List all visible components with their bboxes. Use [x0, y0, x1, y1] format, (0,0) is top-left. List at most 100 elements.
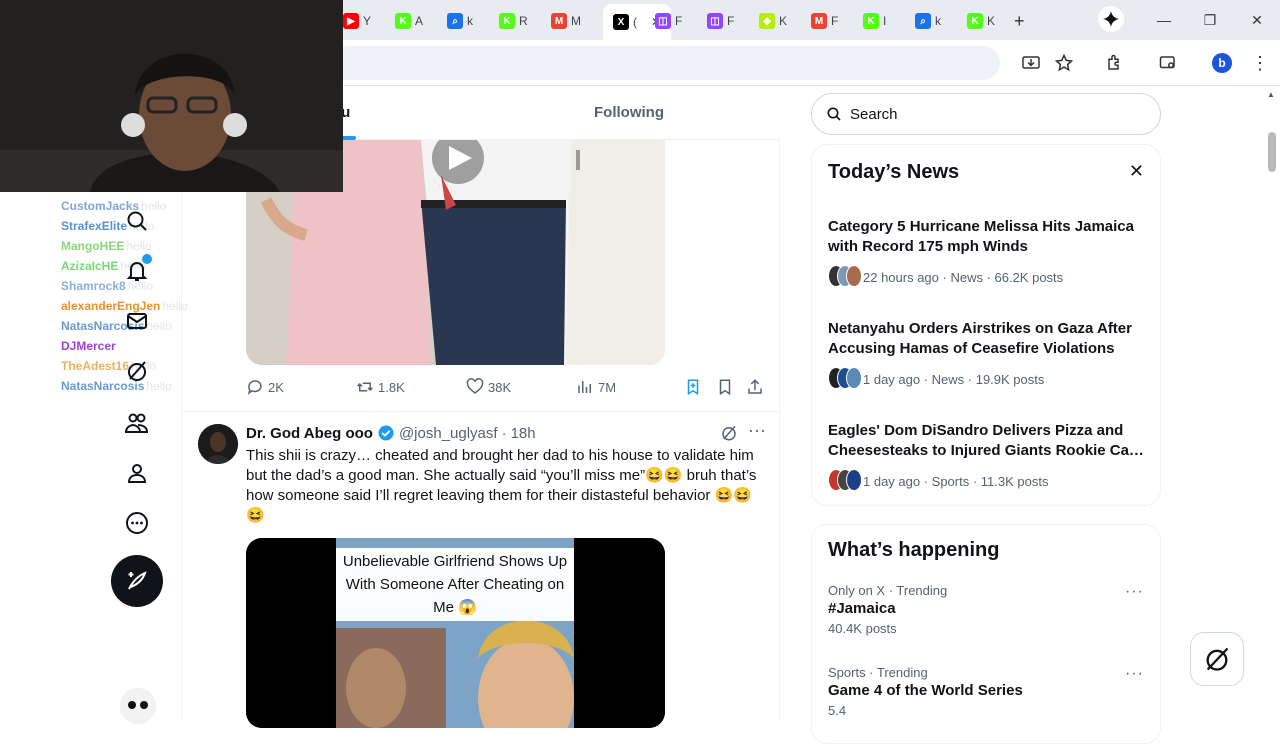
restore-icon[interactable]: ❐	[1200, 10, 1220, 30]
explore-search-icon[interactable]	[122, 206, 152, 236]
browser-tab[interactable]: ◆ K	[759, 8, 787, 34]
repost-count: 1.8K	[378, 379, 405, 395]
news-avatars	[828, 469, 862, 494]
tab-favicon-icon: ⌕	[915, 13, 931, 29]
trend-more-icon[interactable]: ···	[1125, 665, 1144, 683]
browser-tab[interactable]: KA	[395, 8, 423, 34]
trend-name: #Jamaica	[828, 600, 896, 617]
verified-badge-icon	[378, 425, 394, 441]
browser-tab[interactable]: ◫ F	[655, 8, 682, 34]
browser-tab[interactable]: ▶ Y	[343, 8, 371, 34]
grok-analyze-icon[interactable]	[684, 378, 702, 396]
search-icon	[827, 107, 841, 121]
notifications-bell-icon[interactable]	[122, 254, 152, 286]
account-avatar[interactable]	[120, 688, 156, 724]
tab-title: M	[571, 14, 581, 28]
author-name[interactable]: Dr. God Abeg ooo	[246, 425, 373, 442]
tab-favicon-icon: ◆	[759, 13, 775, 29]
trend-item[interactable]: Sports · Trending Game 4 of the World Se…	[828, 665, 1148, 718]
news-headline: Eagles' Dom DiSandro Delivers Pizza and …	[828, 422, 1144, 459]
communities-icon[interactable]	[122, 408, 152, 438]
profile-avatar[interactable]: b	[1211, 52, 1233, 74]
browser-tab[interactable]: ◫ F	[707, 8, 734, 34]
trend-more-icon[interactable]: ···	[1125, 583, 1144, 601]
news-item[interactable]: Category 5 Hurricane Melissa Hits Jamaic…	[828, 217, 1148, 290]
views-button[interactable]: 7M	[576, 378, 616, 396]
webcam-overlay	[0, 0, 343, 192]
browser-tab[interactable]: ⌕ k	[447, 8, 473, 34]
tab-favicon-icon: ▶	[343, 13, 359, 29]
trend-count: 5.4	[828, 703, 847, 718]
tweet-time[interactable]: 18h	[511, 425, 536, 442]
right-sidebar: Search Today’s News ✕ Category 5 Hurrica…	[780, 86, 1260, 744]
author-avatar[interactable]	[198, 424, 238, 464]
new-tab-button[interactable]: +	[1014, 8, 1025, 34]
like-button[interactable]: 38K	[466, 378, 511, 396]
share-icon[interactable]	[746, 378, 764, 396]
close-window-icon[interactable]: ✕	[1247, 10, 1267, 30]
close-news-icon[interactable]: ✕	[1129, 161, 1144, 182]
browser-tab[interactable]: ⌕ k	[915, 8, 941, 34]
browser-tab[interactable]: KR	[499, 8, 528, 34]
profile-person-icon[interactable]	[122, 458, 152, 488]
post-video-2[interactable]: Unbelievable Girlfriend Shows Up With So…	[246, 538, 665, 728]
news-meta: 22 hours ago · News · 66.2K posts	[863, 270, 1064, 285]
chat-message: DJMercer	[61, 336, 188, 356]
browser-tab[interactable]: KI	[863, 8, 886, 34]
tab-title: k	[467, 14, 473, 28]
chat-username: AzizaIcHE	[61, 259, 119, 273]
chat-message: MangoHEE hello	[61, 236, 188, 256]
news-headline: Category 5 Hurricane Melissa Hits Jamaic…	[828, 218, 1134, 255]
address-bar[interactable]	[330, 46, 1000, 80]
grok-floating-button[interactable]	[1190, 632, 1244, 686]
page-scrollbar[interactable]: ▲	[1264, 86, 1280, 720]
tab-following[interactable]: Following	[594, 104, 664, 121]
whats-happening-title: What’s happening	[828, 539, 1000, 561]
tab-title: R	[519, 14, 528, 28]
tab-search-icon[interactable]	[1157, 52, 1179, 74]
bookmark-star-icon[interactable]	[1053, 52, 1075, 74]
tweet-header: Dr. God Abeg ooo @josh_uglyasf · 18h	[246, 424, 536, 442]
repost-button[interactable]: 1.8K	[356, 378, 405, 396]
reply-button[interactable]: 2K	[246, 378, 284, 396]
tweet-more-icon[interactable]: ···	[748, 420, 766, 441]
todays-news-card: Today’s News ✕ Category 5 Hurricane Meli…	[811, 144, 1161, 506]
tab-title: K	[779, 14, 788, 28]
news-item[interactable]: Netanyahu Orders Airstrikes on Gaza Afte…	[828, 319, 1148, 392]
tab-title: Y	[363, 14, 372, 28]
chat-username: DJMercer	[61, 339, 116, 353]
install-app-icon[interactable]	[1020, 52, 1042, 74]
compose-post-button[interactable]	[111, 555, 163, 607]
author-handle[interactable]: @josh_uglyasf	[399, 425, 498, 442]
like-count: 38K	[488, 379, 512, 395]
tab-favicon-icon: ◫	[655, 13, 671, 29]
browser-tab[interactable]: KK	[967, 8, 995, 34]
minimize-icon[interactable]: —	[1154, 10, 1174, 30]
news-headline: Netanyahu Orders Airstrikes on Gaza Afte…	[828, 320, 1132, 357]
grok-explain-icon[interactable]	[720, 424, 738, 447]
trend-item[interactable]: Only on X · Trending #Jamaica 40.4K post…	[828, 583, 1148, 636]
chat-text: hello	[126, 239, 152, 253]
todays-news-title: Today’s News	[828, 161, 960, 183]
browser-menu-icon[interactable]: ⋮	[1249, 52, 1271, 74]
chat-username: MangoHEE	[61, 239, 125, 253]
news-avatars	[828, 265, 862, 290]
news-item[interactable]: Eagles' Dom DiSandro Delivers Pizza and …	[828, 421, 1148, 494]
more-options-icon[interactable]	[122, 508, 152, 538]
tab-title: I	[883, 14, 887, 28]
scroll-up-icon[interactable]: ▲	[1267, 90, 1275, 99]
gemini-icon[interactable]	[1098, 6, 1124, 32]
dot-separator: ·	[501, 424, 507, 442]
bookmark-icon[interactable]	[716, 378, 734, 396]
browser-tab[interactable]: MF	[811, 8, 838, 34]
scrollbar-thumb[interactable]	[1268, 132, 1276, 172]
grok-icon[interactable]	[122, 356, 152, 386]
extensions-icon[interactable]	[1104, 52, 1126, 74]
tab-title: F	[831, 14, 839, 28]
post-divider	[182, 411, 780, 412]
messages-envelope-icon[interactable]	[122, 306, 152, 336]
search-input[interactable]: Search	[811, 93, 1161, 135]
chat-username: TheAdest16	[61, 359, 130, 373]
whats-happening-card: What’s happening Only on X · Trending #J…	[811, 524, 1161, 744]
browser-tab[interactable]: MM	[551, 8, 581, 34]
